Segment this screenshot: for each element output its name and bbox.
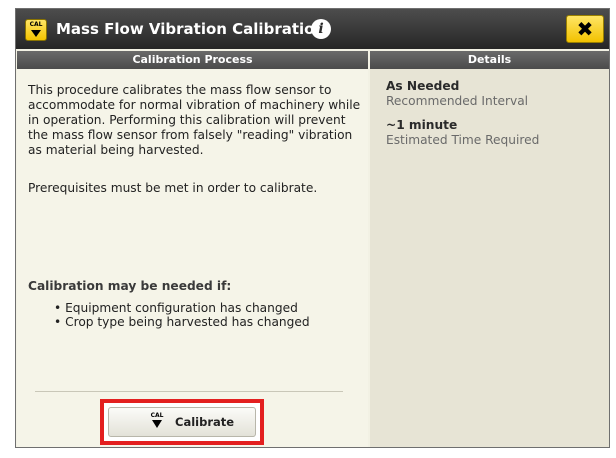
- calibration-needed-title: Calibration may be needed if:: [28, 279, 232, 293]
- estimated-time-value: ~1 minute: [386, 118, 458, 132]
- down-arrow-icon: [31, 30, 41, 37]
- estimated-time-label: Estimated Time Required: [386, 133, 540, 147]
- calibrate-icon-text: CAL: [150, 412, 164, 419]
- calibrate-button[interactable]: CAL Calibrate: [108, 407, 256, 437]
- details-panel: As Needed Recommended Interval ~1 minute…: [370, 69, 609, 447]
- info-icon[interactable]: i: [311, 19, 331, 39]
- calibration-window: CAL Mass Flow Vibration Calibration i ✖ …: [15, 8, 610, 448]
- close-button[interactable]: ✖: [566, 15, 604, 43]
- down-arrow-icon: [152, 420, 162, 428]
- calibrate-icon: CAL: [149, 412, 165, 432]
- recommended-interval-label: Recommended Interval: [386, 94, 529, 108]
- list-item: Crop type being harvested has changed: [54, 315, 310, 329]
- recommended-interval-value: As Needed: [386, 79, 460, 93]
- calibration-needed-list: Equipment configuration has changed Crop…: [54, 301, 310, 329]
- calibration-process-header: Calibration Process: [17, 51, 368, 69]
- details-header: Details: [370, 51, 609, 69]
- procedure-description: This procedure calibrates the mass flow …: [28, 83, 361, 157]
- window-title: Mass Flow Vibration Calibration: [56, 20, 326, 38]
- prerequisites-text: Prerequisites must be met in order to ca…: [28, 181, 318, 195]
- calibration-icon-text: CAL: [29, 21, 43, 28]
- calibration-process-panel: This procedure calibrates the mass flow …: [17, 69, 368, 447]
- calibrate-button-label: Calibrate: [175, 415, 235, 429]
- calibration-icon: CAL: [25, 19, 47, 41]
- calibrate-button-highlight: CAL Calibrate: [100, 399, 264, 445]
- list-item: Equipment configuration has changed: [54, 301, 310, 315]
- divider: [35, 391, 343, 392]
- title-bar: CAL Mass Flow Vibration Calibration i ✖: [16, 9, 609, 49]
